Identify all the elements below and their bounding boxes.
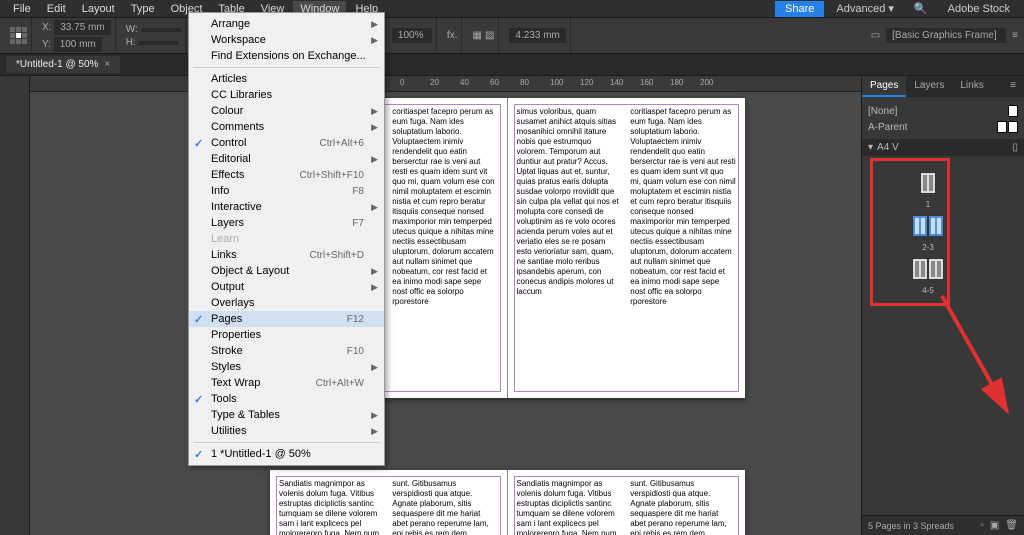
window-menu-dropdown: Arrange▶Workspace▶Find Extensions on Exc… <box>188 12 385 466</box>
page-thumb-1[interactable] <box>838 172 1018 194</box>
panel-menu-icon[interactable]: ≡ <box>1002 76 1024 97</box>
h-field[interactable] <box>138 41 178 45</box>
text-frame[interactable]: Sandiatis magnimpor as volenis dolum fug… <box>276 476 501 535</box>
panel-tabs: Pages Layers Links ≡ <box>862 76 1024 97</box>
pasteboard[interactable]: 0 20 40 60 80 100 120 140 160 180 200 si… <box>0 76 861 535</box>
master-a-parent[interactable]: A-Parent <box>868 119 1018 135</box>
object-style-dropdown[interactable]: [Basic Graphics Frame] <box>886 28 1006 43</box>
text-frame[interactable]: Sandiatis magnimpor as volenis dolum fug… <box>514 476 740 535</box>
menu-item-articles[interactable]: Articles <box>189 71 384 87</box>
menu-item-workspace[interactable]: Workspace▶ <box>189 32 384 48</box>
share-button[interactable]: Share <box>775 1 824 17</box>
menubar: File Edit Layout Type Object Table View … <box>0 0 1024 18</box>
opacity-field[interactable]: 100% <box>392 28 432 43</box>
w-field[interactable] <box>141 28 181 32</box>
menu-layout[interactable]: Layout <box>75 1 122 17</box>
page-count-label: 5 Pages in 3 Spreads <box>868 521 954 531</box>
chevron-down-icon: ▾ <box>868 142 873 153</box>
menu-item-tools[interactable]: ✓Tools <box>189 391 384 407</box>
text-wrap-icon-2[interactable]: ▨ <box>485 30 494 41</box>
menu-item-layers[interactable]: LayersF7 <box>189 215 384 231</box>
menu-item-links[interactable]: LinksCtrl+Shift+D <box>189 247 384 263</box>
menu-item-overlays[interactable]: Overlays <box>189 295 384 311</box>
menu-item-cc-libraries[interactable]: CC Libraries <box>189 87 384 103</box>
page-thumb-4-5[interactable] <box>838 258 1018 280</box>
menu-item-find-extensions-on-exchange-[interactable]: Find Extensions on Exchange... <box>189 48 384 64</box>
menu-item-info[interactable]: InfoF8 <box>189 183 384 199</box>
page-3: simus voloribus, quam susamet anihict at… <box>508 98 746 398</box>
menu-item-editorial[interactable]: Editorial▶ <box>189 151 384 167</box>
menu-edit[interactable]: Edit <box>40 1 73 17</box>
page-thumb-2-3[interactable] <box>838 215 1018 237</box>
adobe-stock-link[interactable]: Adobe Stock <box>940 1 1018 17</box>
page-4: Sandiatis magnimpor as volenis dolum fug… <box>270 470 508 535</box>
menu-item-1-untitled-1-50-[interactable]: ✓1 *Untitled-1 @ 50% <box>189 446 384 462</box>
workspace-switcher[interactable]: Advanced ▾ <box>828 0 902 17</box>
tab-pages[interactable]: Pages <box>862 76 906 97</box>
document-tabs: *Untitled-1 @ 50% × <box>0 54 1024 76</box>
document-tab[interactable]: *Untitled-1 @ 50% × <box>6 56 120 73</box>
menu-item-control[interactable]: ✓ControlCtrl+Alt+6 <box>189 135 384 151</box>
menu-item-pages[interactable]: ✓PagesF12 <box>189 311 384 327</box>
search-icon[interactable]: 🔍 <box>906 0 936 17</box>
effects-icon[interactable]: fx. <box>447 30 458 41</box>
menu-item-type-tables[interactable]: Type & Tables▶ <box>189 407 384 423</box>
text-frame[interactable]: simus voloribus, quam susamet anihict at… <box>514 104 740 392</box>
control-bar: X: 33.75 mm Y: 100 mm W: H: ⟳ 1 pt 100% … <box>0 18 1024 54</box>
corner-field[interactable]: 4.233 mm <box>509 28 565 43</box>
menu-item-styles[interactable]: Styles▶ <box>189 359 384 375</box>
right-panel: Pages Layers Links ≡ [None] A-Parent ▾ A… <box>861 76 1024 535</box>
delete-page-icon[interactable]: 🗑 <box>1005 520 1018 531</box>
menu-item-utilities[interactable]: Utilities▶ <box>189 423 384 439</box>
y-field[interactable]: 100 mm <box>54 37 102 52</box>
document-tab-label: *Untitled-1 @ 50% <box>16 59 98 70</box>
menu-item-output[interactable]: Output▶ <box>189 279 384 295</box>
new-page-icon[interactable]: ▣ <box>990 520 999 531</box>
menu-item-comments[interactable]: Comments▶ <box>189 119 384 135</box>
menu-file[interactable]: File <box>6 1 38 17</box>
reference-point[interactable] <box>10 27 27 44</box>
menu-type[interactable]: Type <box>124 1 162 17</box>
menu-item-effects[interactable]: EffectsCtrl+Shift+F10 <box>189 167 384 183</box>
pages-thumbnails: 1 2-3 4-5 <box>868 160 1018 301</box>
menu-item-interactive[interactable]: Interactive▶ <box>189 199 384 215</box>
page-5: Sandiatis magnimpor as volenis dolum fug… <box>508 470 746 535</box>
panel-menu-icon[interactable]: ≡ <box>1012 30 1018 41</box>
menu-item-text-wrap[interactable]: Text WrapCtrl+Alt+W <box>189 375 384 391</box>
menu-item-learn: Learn <box>189 231 384 247</box>
text-wrap-icon[interactable]: ▦ <box>472 30 481 41</box>
master-none[interactable]: [None] <box>868 103 1018 119</box>
edit-page-size-icon[interactable]: ▫ <box>980 520 984 531</box>
section-row[interactable]: ▾ A4 V ▯ <box>862 139 1024 156</box>
spread-4-5[interactable]: Sandiatis magnimpor as volenis dolum fug… <box>270 470 745 535</box>
close-icon[interactable]: × <box>104 59 110 70</box>
object-style-icon[interactable]: ▭ <box>871 30 880 41</box>
horizontal-ruler: 0 20 40 60 80 100 120 140 160 180 200 <box>30 76 861 92</box>
x-field[interactable]: 33.75 mm <box>54 20 110 35</box>
tab-layers[interactable]: Layers <box>906 76 952 97</box>
annotation-arrow <box>932 286 1022 426</box>
menu-item-arrange[interactable]: Arrange▶ <box>189 16 384 32</box>
pages-panel-footer: 5 Pages in 3 Spreads ▫ ▣ 🗑 <box>862 515 1024 535</box>
menu-item-colour[interactable]: Colour▶ <box>189 103 384 119</box>
tab-links[interactable]: Links <box>952 76 991 97</box>
menu-item-object-layout[interactable]: Object & Layout▶ <box>189 263 384 279</box>
tools-panel[interactable] <box>0 76 30 535</box>
menu-item-stroke[interactable]: StrokeF10 <box>189 343 384 359</box>
orientation-icon[interactable]: ▯ <box>1012 142 1018 153</box>
menu-item-properties[interactable]: Properties <box>189 327 384 343</box>
